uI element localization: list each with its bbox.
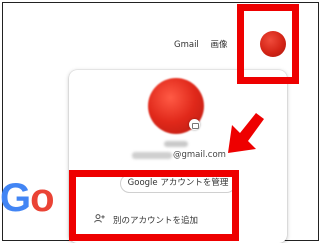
highlight-box-add-account <box>69 170 239 241</box>
images-link[interactable]: 画像 <box>211 40 228 50</box>
annotation-arrow-icon <box>228 113 264 153</box>
highlight-box-avatar <box>237 4 299 84</box>
camera-icon[interactable] <box>189 119 200 130</box>
logo-letter-g: G <box>0 176 31 220</box>
account-email: @gmail.com <box>173 150 226 160</box>
top-nav: Gmail 画像 <box>174 38 237 50</box>
logo-letter-o: o <box>30 176 54 220</box>
account-name-redacted <box>164 141 188 147</box>
gmail-link[interactable]: Gmail <box>174 40 199 50</box>
google-logo: Go <box>0 176 55 221</box>
email-local-redacted <box>132 152 172 159</box>
